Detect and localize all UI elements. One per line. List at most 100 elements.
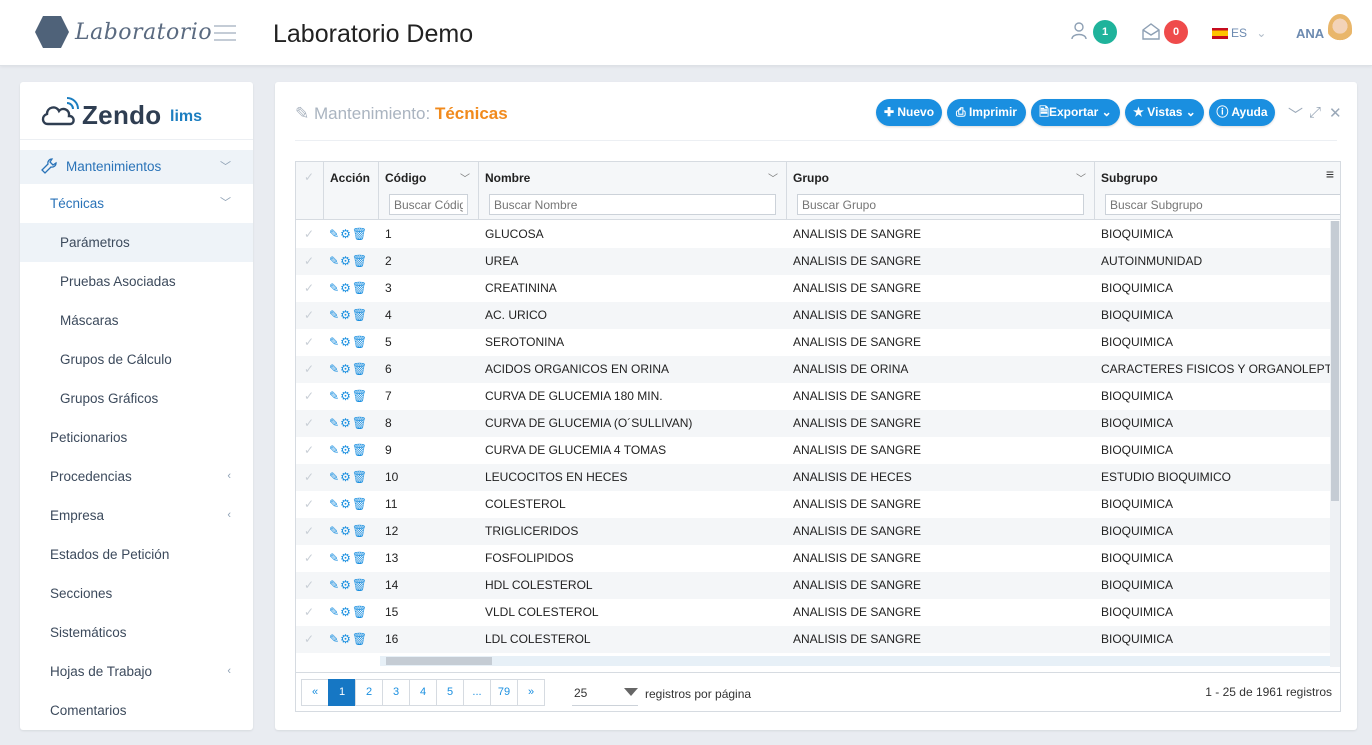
edit-pencil-icon[interactable]: ✎ xyxy=(329,362,340,376)
edit-pencil-icon[interactable]: ✎ xyxy=(329,632,340,646)
gear-icon[interactable]: ⚙ xyxy=(340,470,352,484)
row-checkbox[interactable]: ✓ xyxy=(304,356,314,383)
scrollbar-thumb[interactable] xyxy=(1331,221,1339,501)
trash-icon[interactable]: 🗑 xyxy=(352,524,368,538)
edit-pencil-icon[interactable]: ✎ xyxy=(329,254,340,268)
close-icon[interactable]: ✕ xyxy=(1329,104,1342,122)
sidebar-item-pruebas-asociadas[interactable]: Pruebas Asociadas xyxy=(20,262,253,301)
gear-icon[interactable]: ⚙ xyxy=(340,578,352,592)
avatar[interactable] xyxy=(1328,14,1352,46)
sidebar-item-procedencias[interactable]: Procedencias ‹ xyxy=(20,457,253,496)
row-checkbox[interactable]: ✓ xyxy=(304,437,314,464)
table-row[interactable]: ✓ ✎⚙🗑 3 CREATININA ANALISIS DE SANGRE BIOQUIM… xyxy=(296,275,1330,302)
trash-icon[interactable]: 🗑 xyxy=(352,254,368,268)
table-row[interactable]: ✓ ✎⚙🗑 4 AC. URICO ANALISIS DE SANGRE BIOQUIMI… xyxy=(296,302,1330,329)
next-page-button[interactable]: » xyxy=(517,679,545,706)
sidebar-item-hojas-trabajo[interactable]: Hojas de Trabajo ‹ xyxy=(20,652,253,691)
chevron-down-icon[interactable]: ﹀ xyxy=(1076,170,1086,185)
table-row[interactable]: ✓ ✎⚙🗑 13 FOSFOLIPIDOS ANALISIS DE SANGRE BIOQ… xyxy=(296,545,1330,572)
trash-icon[interactable]: 🗑 xyxy=(352,551,368,565)
trash-icon[interactable]: 🗑 xyxy=(352,578,368,592)
trash-icon[interactable]: 🗑 xyxy=(352,416,368,430)
table-row[interactable]: ✓ ✎⚙🗑 7 CURVA DE GLUCEMIA 180 MIN. ANALISIS … xyxy=(296,383,1330,410)
edit-pencil-icon[interactable]: ✎ xyxy=(329,389,340,403)
scrollbar-thumb[interactable] xyxy=(386,657,492,665)
horizontal-scrollbar[interactable] xyxy=(380,656,1330,666)
table-row[interactable]: ✓ ✎⚙🗑 10 LEUCOCITOS EN HECES ANALISIS DE HEC… xyxy=(296,464,1330,491)
users-icon[interactable] xyxy=(1070,21,1090,41)
row-checkbox[interactable]: ✓ xyxy=(304,275,314,302)
sidebar-item-estados-peticion[interactable]: Estados de Petición xyxy=(20,535,253,574)
sidebar-item-comentarios[interactable]: Comentarios xyxy=(20,691,253,730)
trash-icon[interactable]: 🗑 xyxy=(352,281,368,295)
gear-icon[interactable]: ⚙ xyxy=(340,497,352,511)
gear-icon[interactable]: ⚙ xyxy=(340,551,352,565)
trash-icon[interactable]: 🗑 xyxy=(352,443,368,457)
select-all-header[interactable]: ✓ xyxy=(296,162,324,220)
users-badge[interactable]: 1 xyxy=(1093,20,1117,44)
edit-pencil-icon[interactable]: ✎ xyxy=(329,470,340,484)
row-checkbox[interactable]: ✓ xyxy=(304,383,314,410)
row-checkbox[interactable]: ✓ xyxy=(304,518,314,545)
table-row[interactable]: ✓ ✎⚙🗑 8 CURVA DE GLUCEMIA (O´SULLIVAN) ANALI… xyxy=(296,410,1330,437)
sidebar-item-tecnicas[interactable]: Técnicas ﹀ xyxy=(20,184,253,223)
filter-subgrupo-input[interactable] xyxy=(1105,194,1340,215)
row-checkbox[interactable]: ✓ xyxy=(304,329,314,356)
column-grupo[interactable]: Grupo ﹀ xyxy=(787,162,1095,220)
page-button[interactable]: 2 xyxy=(355,679,383,706)
table-row[interactable]: ✓ ✎⚙🗑 11 COLESTEROL ANALISIS DE SANGRE BIOQUI… xyxy=(296,491,1330,518)
filter-nombre-input[interactable] xyxy=(489,194,776,215)
edit-pencil-icon[interactable]: ✎ xyxy=(329,335,340,349)
sidebar-item-sistematicos[interactable]: Sistemáticos xyxy=(20,613,253,652)
trash-icon[interactable]: 🗑 xyxy=(352,227,368,241)
vertical-scrollbar[interactable] xyxy=(1330,221,1340,667)
help-button[interactable]: ⓘ Ayuda xyxy=(1209,99,1275,126)
gear-icon[interactable]: ⚙ xyxy=(340,632,352,646)
edit-pencil-icon[interactable]: ✎ xyxy=(329,443,340,457)
views-button[interactable]: ★ Vistas ⌄ xyxy=(1125,99,1204,126)
page-button[interactable]: 5 xyxy=(436,679,464,706)
trash-icon[interactable]: 🗑 xyxy=(352,362,368,376)
table-row[interactable]: ✓ ✎⚙🗑 6 ACIDOS ORGANICOS EN ORINA ANALISIS D… xyxy=(296,356,1340,383)
first-page-button[interactable]: « xyxy=(301,679,329,706)
page-button[interactable]: 3 xyxy=(382,679,410,706)
trash-icon[interactable]: 🗑 xyxy=(352,308,368,322)
export-button[interactable]: 🗎Exportar ⌄ xyxy=(1031,99,1120,126)
trash-icon[interactable]: 🗑 xyxy=(352,632,368,646)
edit-pencil-icon[interactable]: ✎ xyxy=(329,497,340,511)
column-nombre[interactable]: Nombre ﹀ xyxy=(479,162,787,220)
table-row[interactable]: ✓ ✎⚙🗑 1 GLUCOSA ANALISIS DE SANGRE BIOQUIMICA xyxy=(296,221,1330,248)
trash-icon[interactable]: 🗑 xyxy=(352,389,368,403)
table-row[interactable]: ✓ ✎⚙🗑 9 CURVA DE GLUCEMIA 4 TOMAS ANALISIS D… xyxy=(296,437,1330,464)
gear-icon[interactable]: ⚙ xyxy=(340,227,352,241)
page-button[interactable]: 4 xyxy=(409,679,437,706)
column-subgrupo[interactable]: Subgrupo ≡ xyxy=(1095,162,1340,220)
row-checkbox[interactable]: ✓ xyxy=(304,464,314,491)
trash-icon[interactable]: 🗑 xyxy=(352,497,368,511)
sidebar-item-grupos-graficos[interactable]: Grupos Gráficos xyxy=(20,379,253,418)
gear-icon[interactable]: ⚙ xyxy=(340,254,352,268)
edit-pencil-icon[interactable]: ✎ xyxy=(329,308,340,322)
gear-icon[interactable]: ⚙ xyxy=(340,524,352,538)
trash-icon[interactable]: 🗑 xyxy=(352,470,368,484)
page-button[interactable]: ... xyxy=(463,679,491,706)
sidebar-item-empresa[interactable]: Empresa ‹ xyxy=(20,496,253,535)
table-row[interactable]: ✓ ✎⚙🗑 5 SEROTONINA ANALISIS DE SANGRE BIOQUIM… xyxy=(296,329,1330,356)
filter-grupo-input[interactable] xyxy=(797,194,1084,215)
column-menu-icon[interactable]: ≡ xyxy=(1326,166,1334,182)
edit-pencil-icon[interactable]: ✎ xyxy=(329,227,340,241)
row-checkbox[interactable]: ✓ xyxy=(304,302,314,329)
edit-pencil-icon[interactable]: ✎ xyxy=(329,605,340,619)
gear-icon[interactable]: ⚙ xyxy=(340,389,352,403)
mail-open-icon[interactable] xyxy=(1141,21,1161,41)
messages-badge[interactable]: 0 xyxy=(1164,20,1188,44)
expand-icon[interactable]: ⤢ xyxy=(1309,104,1321,121)
trash-icon[interactable]: 🗑 xyxy=(352,335,368,349)
collapse-icon[interactable]: ﹀ xyxy=(1288,104,1303,125)
gear-icon[interactable]: ⚙ xyxy=(340,605,352,619)
chevron-down-icon[interactable]: ﹀ xyxy=(460,170,470,185)
table-row[interactable]: ✓ ✎⚙🗑 12 TRIGLICERIDOS ANALISIS DE SANGRE BIO… xyxy=(296,518,1330,545)
table-row[interactable]: ✓ ✎⚙🗑 15 VLDL COLESTEROL ANALISIS DE SANGRE B… xyxy=(296,599,1330,626)
table-row[interactable]: ✓ ✎⚙🗑 16 LDL COLESTEROL ANALISIS DE SANGRE BI… xyxy=(296,626,1330,653)
language-selector[interactable]: ES ⌄ xyxy=(1212,26,1266,40)
